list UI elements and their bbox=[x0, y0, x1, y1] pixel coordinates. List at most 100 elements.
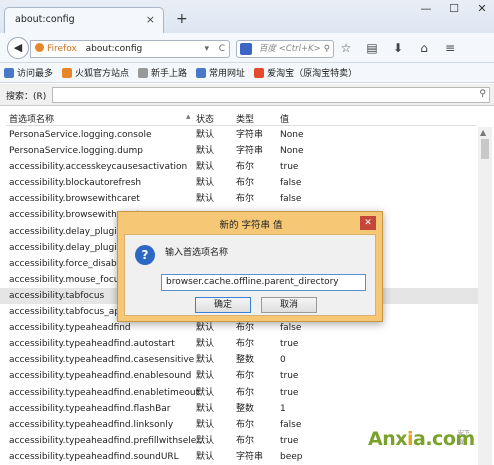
star-icon[interactable]: ☆ bbox=[338, 41, 354, 55]
minimize-icon[interactable]: — bbox=[418, 2, 434, 15]
cell-status: 默认 bbox=[196, 194, 215, 205]
menu-icon[interactable]: ≡ bbox=[442, 41, 458, 55]
question-icon: ? bbox=[135, 245, 155, 265]
cell-status: 默认 bbox=[196, 403, 215, 414]
table-row[interactable]: PersonaService.logging.dump 默认 字符串 None bbox=[0, 143, 478, 159]
cell-type: 布尔 bbox=[236, 194, 255, 205]
url-bar[interactable]: Firefox about:config ▾ C bbox=[30, 40, 230, 58]
search-icon: ⚲ bbox=[479, 89, 486, 99]
table-row[interactable]: accessibility.typeaheadfind.autostart 默认 布… bbox=[0, 336, 478, 352]
cell-type: 布尔 bbox=[236, 435, 255, 446]
cell-value: false bbox=[280, 419, 302, 430]
dialog-close-icon[interactable]: ✕ bbox=[360, 216, 376, 230]
url-text: about:config bbox=[85, 44, 143, 54]
table-row[interactable]: accessibility.typeaheadfind.casesensitiv… bbox=[0, 352, 478, 368]
scroll-up-icon[interactable]: ▲ bbox=[480, 128, 486, 137]
bookmark-item[interactable]: 常用网址 bbox=[196, 66, 245, 79]
cell-status: 默认 bbox=[196, 419, 215, 430]
table-row[interactable]: accessibility.accesskeycausesactivation 默… bbox=[0, 159, 478, 175]
cell-name: accessibility.delay_plugin_ bbox=[9, 242, 127, 253]
bookmark-label: 火狐官方站点 bbox=[75, 69, 130, 79]
cell-value: 0 bbox=[280, 355, 286, 366]
column-type[interactable]: 类型 bbox=[236, 112, 254, 125]
cell-type: 布尔 bbox=[236, 371, 255, 382]
scrollbar[interactable]: ▲ bbox=[478, 127, 492, 465]
watermark-logo: Anxia.com 安下载 bbox=[368, 428, 475, 450]
close-window-icon[interactable]: ✕ bbox=[474, 2, 490, 15]
maximize-icon[interactable]: ☐ bbox=[446, 2, 462, 15]
cell-type: 字符串 bbox=[236, 130, 264, 140]
column-value[interactable]: 值 bbox=[280, 112, 289, 125]
tab-about-config[interactable]: about:config × bbox=[4, 7, 164, 34]
cell-status: 默认 bbox=[196, 339, 215, 350]
cell-status: 默认 bbox=[196, 178, 215, 189]
reload-icon[interactable]: C bbox=[219, 41, 225, 57]
table-row[interactable]: accessibility.typeaheadfind.soundURL 默认 字符… bbox=[0, 449, 478, 465]
cell-name: accessibility.typeaheadfind.enablesound bbox=[9, 371, 192, 382]
cell-type: 字符串 bbox=[236, 451, 264, 462]
cell-status: 默认 bbox=[196, 371, 215, 382]
cell-name: PersonaService.logging.dump bbox=[9, 146, 143, 157]
preference-name-input[interactable]: browser.cache.offline.parent_directory bbox=[161, 274, 366, 291]
bookmark-icon bbox=[254, 67, 265, 78]
title-bar: about:config × + — ☐ ✕ bbox=[0, 0, 494, 34]
cell-value: None bbox=[280, 130, 304, 140]
table-row[interactable]: PersonaService.logging.console 默认 字符串 None bbox=[0, 127, 478, 143]
tab-close-icon[interactable]: × bbox=[146, 13, 155, 26]
table-header: 首选项名称 ▴ 状态 类型 值 bbox=[6, 110, 476, 126]
cell-name: accessibility.tabfocus_app bbox=[9, 307, 126, 318]
filter-input[interactable]: ⚲ bbox=[52, 87, 490, 103]
cell-status: 默认 bbox=[196, 435, 215, 446]
bookmark-icon bbox=[196, 67, 207, 78]
url-dropdown-icon[interactable]: ▾ bbox=[204, 41, 209, 57]
bookmark-item[interactable]: 爱淘宝（原淘宝特卖） bbox=[254, 66, 357, 79]
search-bar[interactable]: 百度 <Ctrl+K> ⚲ bbox=[236, 40, 334, 58]
bookmark-item[interactable]: 新手上路 bbox=[138, 66, 187, 79]
column-status[interactable]: 状态 bbox=[196, 112, 214, 125]
cell-name: accessibility.typeaheadfind.linksonly bbox=[9, 419, 174, 430]
cell-type: 字符串 bbox=[236, 146, 264, 157]
bookmark-item[interactable]: 访问最多 bbox=[4, 66, 53, 79]
cell-type: 布尔 bbox=[236, 419, 255, 430]
sort-indicator-icon: ▴ bbox=[186, 112, 191, 122]
table-row[interactable]: accessibility.browsewithcaret 默认 布尔 false bbox=[0, 191, 478, 207]
table-row[interactable]: accessibility.typeaheadfind.enabletimeou… bbox=[0, 385, 478, 401]
new-tab-button[interactable]: + bbox=[176, 11, 188, 27]
cell-status: 默认 bbox=[196, 130, 215, 140]
filter-label: 搜索：(R) bbox=[6, 92, 47, 102]
table-row[interactable]: accessibility.typeaheadfind.flashBar 默认 整数… bbox=[0, 401, 478, 417]
cell-type: 布尔 bbox=[236, 387, 255, 398]
search-icon[interactable]: ⚲ bbox=[324, 41, 330, 57]
dialog-body: ? 输入首选项名称 browser.cache.offline.parent_d… bbox=[124, 234, 376, 316]
cell-name: accessibility.mouse_focus bbox=[9, 274, 125, 285]
ok-button[interactable]: 确定 bbox=[195, 297, 251, 313]
scrollbar-thumb[interactable] bbox=[481, 139, 489, 159]
site-identity[interactable]: Firefox bbox=[35, 43, 77, 54]
table-row[interactable]: accessibility.blockautorefresh 默认 布尔 false bbox=[0, 175, 478, 191]
column-name[interactable]: 首选项名称 bbox=[9, 112, 54, 125]
table-row[interactable]: accessibility.typeaheadfind.enablesound 默… bbox=[0, 368, 478, 384]
cell-type: 布尔 bbox=[236, 162, 255, 173]
cell-name: accessibility.typeaheadfind.prefillwiths… bbox=[9, 435, 205, 446]
cell-name: accessibility.blockautorefresh bbox=[9, 178, 142, 189]
back-button[interactable]: ◀ bbox=[7, 37, 29, 59]
search-engine-icon[interactable] bbox=[240, 43, 252, 55]
bookmark-label: 新手上路 bbox=[151, 69, 188, 79]
cell-status: 默认 bbox=[196, 323, 215, 334]
cell-value: beep bbox=[280, 451, 303, 462]
dialog-title: 新的 字符串 值 bbox=[219, 220, 283, 231]
table-row[interactable]: accessibility.typeaheadfind 默认 布尔 false bbox=[0, 320, 478, 336]
home-icon[interactable]: ⌂ bbox=[416, 41, 432, 55]
cell-type: 整数 bbox=[236, 403, 255, 414]
cancel-button[interactable]: 取消 bbox=[261, 297, 317, 313]
download-icon[interactable]: ⬇ bbox=[390, 41, 406, 55]
cell-name: accessibility.delay_plugins bbox=[9, 226, 128, 237]
clipboard-icon[interactable]: ▤ bbox=[364, 41, 380, 55]
cell-name: accessibility.tabfocus bbox=[9, 290, 105, 301]
dialog-prompt: 输入首选项名称 bbox=[165, 248, 229, 258]
cell-value: false bbox=[280, 323, 302, 334]
cell-name: accessibility.typeaheadfind.autostart bbox=[9, 339, 175, 350]
cell-value: false bbox=[280, 178, 302, 189]
cell-name: accessibility.typeaheadfind.flashBar bbox=[9, 403, 171, 414]
bookmark-item[interactable]: 火狐官方站点 bbox=[62, 66, 129, 79]
